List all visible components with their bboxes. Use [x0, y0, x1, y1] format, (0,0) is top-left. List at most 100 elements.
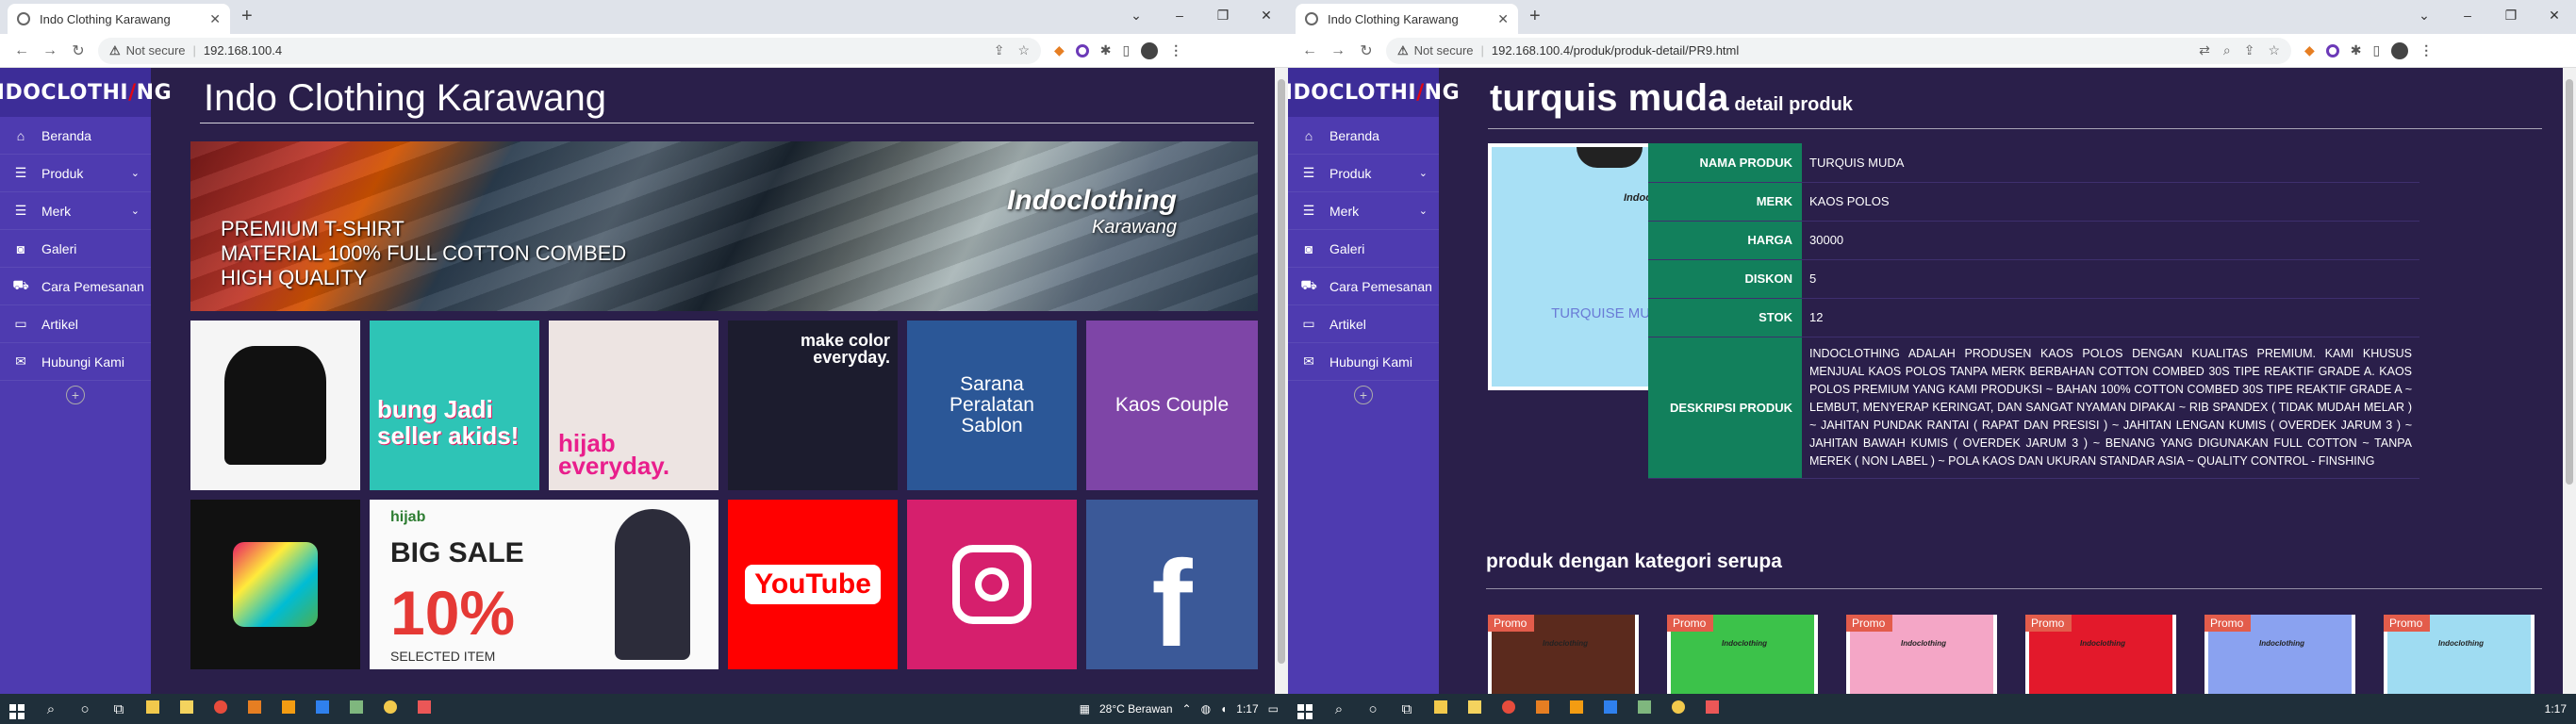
sidebar-item-cara-pemesanan[interactable]: ⛟ Cara Pemesanan — [1288, 268, 1439, 305]
tab-search-icon[interactable]: ⌄ — [1115, 0, 1158, 30]
sidebar-item-galeri[interactable]: ◙ Galeri — [1288, 230, 1439, 268]
notification-icon[interactable]: ▭ — [1268, 702, 1279, 716]
page-scrollbar[interactable] — [1275, 68, 1288, 694]
sidebar-item-hubungi-kami[interactable]: ✉ Hubungi Kami — [0, 343, 151, 381]
related-product-card[interactable]: Promo Indoclothing — [2204, 615, 2355, 694]
tile-instagram[interactable] — [907, 500, 1077, 669]
sidebar-item-beranda[interactable]: ⌂ Beranda — [0, 117, 151, 155]
sidebar-item-artikel[interactable]: ▭ Artikel — [0, 305, 151, 343]
sidebar-item-artikel[interactable]: ▭ Artikel — [1288, 305, 1439, 343]
back-button[interactable]: ← — [8, 42, 36, 59]
tile-printed-shirt[interactable] — [190, 500, 360, 669]
volume-icon[interactable]: ◖ — [1220, 702, 1227, 716]
sidebar-item-produk[interactable]: ☰ Produk ⌄ — [0, 155, 151, 192]
new-tab-button[interactable]: + — [241, 6, 253, 27]
vscode-icon[interactable] — [1593, 700, 1627, 717]
menu-kebab-icon[interactable]: ⋮ — [1169, 42, 1182, 58]
tile-sarana-sablon[interactable]: Sarana Peralatan Sablon — [907, 321, 1077, 490]
related-product-card[interactable]: Promo Indoclothing — [1846, 615, 1997, 694]
puzzle-icon[interactable]: ✱ — [1100, 42, 1112, 58]
site-logo[interactable]: INDOCLOTHI/NG — [1288, 68, 1460, 117]
warning-icon[interactable]: ⚠ — [109, 43, 121, 58]
app-red-icon[interactable] — [204, 700, 238, 717]
reload-button[interactable]: ↻ — [1352, 41, 1380, 60]
tile-product-black-shirt[interactable] — [190, 321, 360, 490]
tile-youtube[interactable]: YouTube — [728, 500, 898, 669]
reload-button[interactable]: ↻ — [64, 41, 92, 60]
store-icon[interactable] — [1458, 700, 1492, 717]
extension-circle-icon[interactable] — [1075, 43, 1089, 58]
bookmark-star-icon[interactable]: ☆ — [2268, 42, 2280, 58]
cortana-icon[interactable]: ○ — [68, 701, 102, 717]
related-product-card[interactable]: Promo Indoclothing — [2384, 615, 2535, 694]
app-red-icon[interactable] — [1492, 700, 1526, 717]
weather-text[interactable]: 28°C Berawan — [1099, 702, 1173, 716]
search-icon[interactable]: ⌕ — [34, 701, 68, 717]
sidebar-item-galeri[interactable]: ◙ Galeri — [0, 230, 151, 268]
file-explorer-icon[interactable] — [136, 700, 170, 717]
share-icon[interactable]: ⇪ — [994, 42, 1005, 58]
browser-tab[interactable]: Indo Clothing Karawang ✕ — [8, 4, 230, 34]
zoom-icon[interactable]: ⌕ — [2223, 42, 2231, 58]
vscode-icon[interactable] — [305, 700, 339, 717]
warning-icon[interactable]: ⚠ — [1397, 43, 1409, 58]
url-text[interactable]: 192.168.100.4/produk/produk-detail/PR9.h… — [1492, 43, 2186, 58]
share-icon[interactable]: ⇪ — [2244, 42, 2255, 58]
tile-kids[interactable]: bung Jadi seller akids! — [370, 321, 539, 490]
close-window-button[interactable]: ✕ — [1245, 0, 1288, 30]
store-icon[interactable] — [170, 700, 204, 717]
tray-chevron-icon[interactable]: ⌃ — [1182, 702, 1192, 716]
puzzle-icon[interactable]: ✱ — [2351, 42, 2362, 58]
cortana-icon[interactable]: ○ — [1356, 701, 1390, 717]
page-scrollbar[interactable] — [2563, 68, 2576, 694]
related-product-card[interactable]: Promo Indoclothing — [1667, 615, 1818, 694]
file-explorer-icon[interactable] — [1424, 700, 1458, 717]
browser-tab[interactable]: Indo Clothing Karawang ✕ — [1296, 4, 1518, 34]
scrollbar-thumb[interactable] — [1278, 79, 1285, 664]
app-gift-icon[interactable] — [1695, 700, 1729, 717]
url-text[interactable]: 192.168.100.4 — [204, 43, 981, 58]
back-button[interactable]: ← — [1296, 42, 1324, 59]
profile-avatar[interactable] — [2391, 41, 2409, 59]
clock[interactable]: 1:17 — [1236, 702, 1258, 716]
search-icon[interactable]: ⌕ — [1322, 701, 1356, 717]
close-tab-icon[interactable]: ✕ — [209, 11, 221, 27]
profile-avatar[interactable] — [1141, 41, 1159, 59]
close-window-button[interactable]: ✕ — [2533, 0, 2576, 30]
minimize-button[interactable]: – — [2446, 0, 2489, 30]
app-green-icon[interactable] — [339, 700, 373, 717]
tab-search-icon[interactable]: ⌄ — [2403, 0, 2446, 30]
network-icon[interactable]: ◍ — [1201, 702, 1211, 716]
address-bar[interactable]: ⚠ Not secure | 192.168.100.4 ⇪ ☆ — [98, 37, 1041, 64]
sidebar-item-hubungi-kami[interactable]: ✉ Hubungi Kami — [1288, 343, 1439, 381]
start-button[interactable] — [0, 699, 34, 719]
sidebar-item-beranda[interactable]: ⌂ Beranda — [1288, 117, 1439, 155]
metamask-icon[interactable]: ◆ — [1054, 42, 1065, 58]
app-orange-icon[interactable] — [1526, 700, 1560, 717]
scrollbar-thumb[interactable] — [2566, 79, 2573, 485]
minimize-button[interactable]: – — [1158, 0, 1201, 30]
clock[interactable]: 1:17 — [2545, 702, 2567, 716]
weather-icon[interactable]: ▦ — [1080, 702, 1090, 716]
plus-circle-icon[interactable]: + — [1354, 386, 1373, 404]
plus-circle-icon[interactable]: + — [66, 386, 85, 404]
menu-kebab-icon[interactable]: ⋮ — [2419, 42, 2433, 58]
close-tab-icon[interactable]: ✕ — [1497, 11, 1509, 27]
address-bar[interactable]: ⚠ Not secure | 192.168.100.4/produk/prod… — [1386, 37, 2291, 64]
task-view-icon[interactable]: ⧉ — [102, 701, 136, 717]
related-product-card[interactable]: Promo Indoclothing — [2025, 615, 2176, 694]
tile-color-stack[interactable]: make color everyday. — [728, 321, 898, 490]
extension-circle-icon[interactable] — [2325, 43, 2339, 58]
translate-icon[interactable]: ⇄ — [2199, 42, 2210, 58]
sidepanel-icon[interactable]: ▯ — [1123, 42, 1131, 58]
restore-button[interactable]: ❐ — [2489, 0, 2533, 30]
sidebar-item-produk[interactable]: ☰ Produk ⌄ — [1288, 155, 1439, 192]
tile-big-sale[interactable]: hijab BIG SALE 10% SELECTED ITEM — [370, 500, 718, 669]
task-view-icon[interactable]: ⧉ — [1390, 701, 1424, 717]
sidebar-item-merk[interactable]: ☰ Merk ⌄ — [0, 192, 151, 230]
chrome-icon[interactable] — [1661, 700, 1695, 717]
forward-button[interactable]: → — [36, 42, 64, 59]
site-logo[interactable]: INDOCLOTHI/NG — [0, 68, 172, 117]
start-button[interactable] — [1288, 699, 1322, 719]
related-product-card[interactable]: Promo Indoclothing — [1488, 615, 1639, 694]
